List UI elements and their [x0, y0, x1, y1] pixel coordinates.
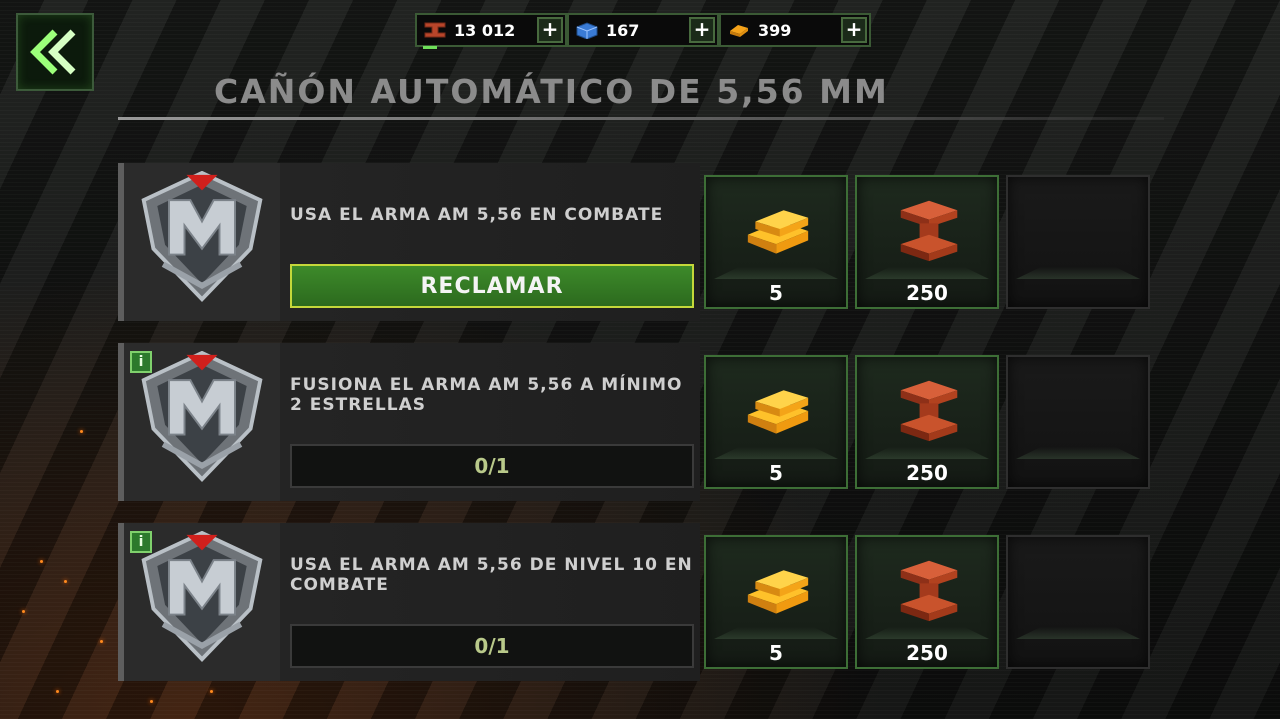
reward-shelf [865, 267, 989, 279]
mission-card: USA EL ARMA AM 5,56 EN COMBATE RECLAMAR … [118, 163, 1152, 321]
title-divider [118, 117, 1164, 120]
mission-card: i FUSIONA EL ARMA AM 5,56 A MÍNIMO 2 EST… [118, 343, 1152, 501]
spark [64, 580, 67, 583]
spark [40, 560, 43, 563]
blue-crate-icon [574, 20, 600, 40]
steel-beam-icon [891, 195, 967, 265]
double-chevron-left-icon [30, 29, 76, 75]
mission-description: USA EL ARMA AM 5,56 EN COMBATE [290, 205, 664, 225]
gold-bars-icon [740, 195, 816, 265]
reward-shelf [714, 447, 838, 459]
info-icon[interactable]: i [130, 351, 152, 373]
spark [22, 610, 25, 613]
reward-shelf [865, 627, 989, 639]
reward-slot-empty [1006, 535, 1150, 669]
mission-description: USA EL ARMA AM 5,56 DE NIVEL 10 EN COMBA… [290, 555, 693, 595]
steel-beam-icon [891, 555, 967, 625]
gold-bars-icon [740, 555, 816, 625]
reward-amount: 250 [906, 461, 948, 485]
reward-shelf [865, 447, 989, 459]
reward-slot-empty [1006, 175, 1150, 309]
add-steel-button[interactable]: + [537, 17, 563, 43]
back-button[interactable] [16, 13, 94, 91]
reward-slot: 5 [704, 175, 848, 309]
mission-progress: 0/1 [290, 624, 694, 668]
reward-amount: 5 [769, 281, 783, 305]
reward-slot: 250 [855, 535, 999, 669]
info-icon[interactable]: i [130, 531, 152, 553]
reward-slot: 5 [704, 535, 848, 669]
resource-crates: 167 + [567, 13, 719, 47]
steel-beam-icon [422, 20, 448, 40]
reward-slot: 250 [855, 355, 999, 489]
rank-badge-icon [134, 531, 270, 667]
reward-slot: 5 [704, 355, 848, 489]
reward-shelf [714, 627, 838, 639]
reward-slot-empty [1006, 355, 1150, 489]
reward-shelf [1016, 627, 1140, 639]
claim-button[interactable]: RECLAMAR [290, 264, 694, 308]
rank-badge-icon [134, 171, 270, 307]
mission-progress: 0/1 [290, 444, 694, 488]
reward-shelf [1016, 267, 1140, 279]
spark [210, 690, 213, 693]
reward-shelf [714, 267, 838, 279]
resource-steel-value: 13 012 [454, 20, 516, 40]
resource-gold: 399 + [719, 13, 871, 47]
resource-steel: 13 012 + [415, 13, 567, 47]
spark [56, 690, 59, 693]
rank-badge-container [124, 163, 280, 321]
reward-amount: 250 [906, 281, 948, 305]
page-title: CAÑÓN AUTOMÁTICO DE 5,56 MM [214, 72, 889, 111]
reward-slot: 250 [855, 175, 999, 309]
spark [100, 640, 103, 643]
resource-crates-value: 167 [606, 20, 640, 40]
spark [150, 700, 153, 703]
reward-amount: 250 [906, 641, 948, 665]
resource-gold-value: 399 [758, 20, 792, 40]
gold-bars-icon [726, 20, 752, 40]
reward-shelf [1016, 447, 1140, 459]
mission-card: i USA EL ARMA AM 5,56 DE NIVEL 10 EN COM… [118, 523, 1152, 681]
steel-beam-icon [891, 375, 967, 445]
rank-badge-icon [134, 351, 270, 487]
add-crates-button[interactable]: + [689, 17, 715, 43]
spark [80, 430, 83, 433]
reward-amount: 5 [769, 461, 783, 485]
mission-description: FUSIONA EL ARMA AM 5,56 A MÍNIMO 2 ESTRE… [290, 375, 683, 415]
reward-amount: 5 [769, 641, 783, 665]
add-gold-button[interactable]: + [841, 17, 867, 43]
gold-bars-icon [740, 375, 816, 445]
resource-indicator [423, 46, 437, 49]
